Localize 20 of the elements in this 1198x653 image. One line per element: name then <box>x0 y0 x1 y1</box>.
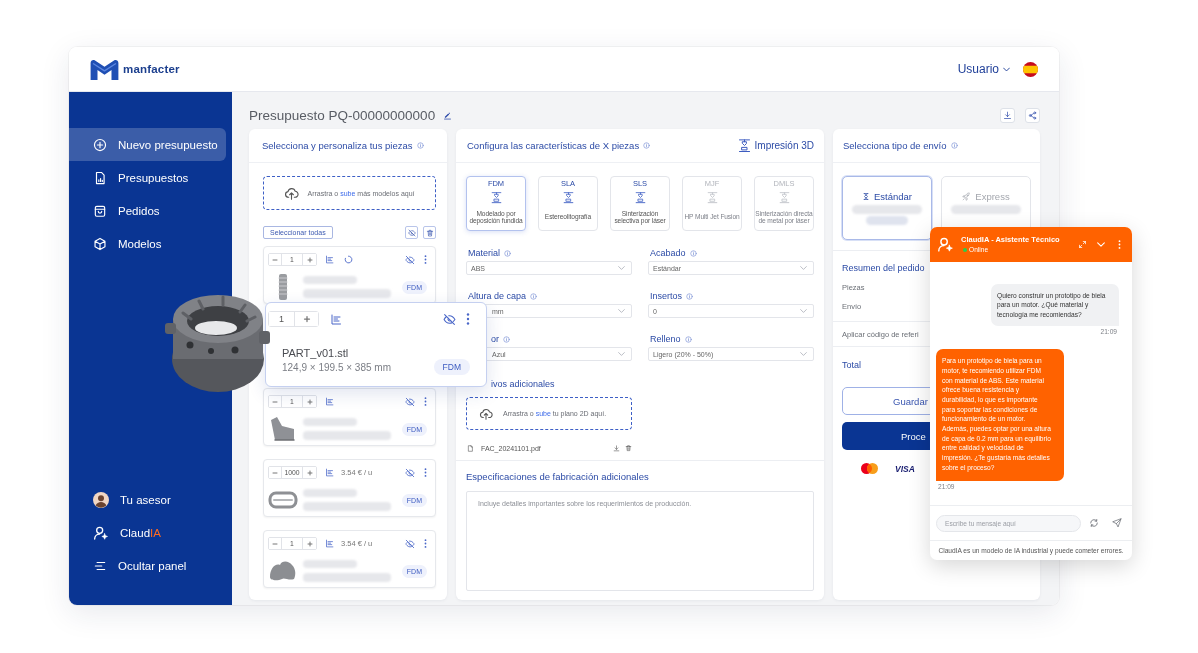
field-label: Altura de capa <box>468 291 527 301</box>
field-label: Acabado <box>650 248 686 258</box>
field-label: Insertos <box>650 291 682 301</box>
quote-title: Presupuesto PQ-00000000000 <box>249 107 436 123</box>
file-name: PART_v01.stl <box>282 346 349 361</box>
section-title: Especificaciones de fabricación adicionales <box>466 471 649 483</box>
visa-logo: VISA <box>895 463 915 474</box>
process-label: Impresión 3D <box>754 140 814 151</box>
card-title: Configura las características de X piezas <box>467 140 640 151</box>
field-label: or <box>491 334 499 344</box>
technology-badge: FDM <box>433 359 470 375</box>
logo-text: manfacter <box>123 63 180 75</box>
field-label: ivos adicionales <box>491 378 555 389</box>
part-dimensions: 124,9 × 199.5 × 385 mm <box>282 361 391 375</box>
card-title: Selecciona tipo de envío <box>843 140 947 151</box>
card-title: Selecciona y personaliza tus piezas <box>262 140 413 151</box>
field-label: Relleno <box>650 334 681 344</box>
total-label: Total <box>842 359 861 371</box>
field-label: Material <box>468 248 500 258</box>
section-title: Resumen del pedido <box>842 262 925 274</box>
